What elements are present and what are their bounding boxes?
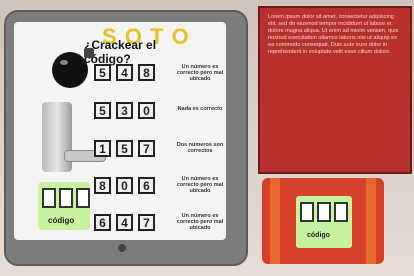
hint-text: Nada es correcto — [177, 106, 223, 112]
home-button[interactable] — [118, 244, 126, 252]
digit: 3 — [116, 102, 133, 119]
device-slot[interactable] — [317, 202, 331, 222]
code-row: 1 5 7 — [94, 140, 155, 157]
code-row: 6 4 7 — [94, 214, 155, 231]
hint-text: Un número es correcto pero mal ubicado — [176, 64, 224, 82]
digit: 5 — [94, 64, 111, 81]
code-row: 5 3 0 — [94, 102, 155, 119]
code-label: código — [48, 216, 75, 225]
code-slot[interactable] — [59, 188, 73, 208]
title-row: S O T O ¿Crackear el código? — [44, 24, 204, 66]
digit: 7 — [138, 214, 155, 231]
digit: 0 — [116, 177, 133, 194]
hint-text: Un número es correcto pero mal ubicado — [176, 176, 224, 194]
digit: 0 — [138, 102, 155, 119]
device-stripe — [270, 178, 280, 264]
digit: 6 — [138, 177, 155, 194]
digit: 4 — [116, 214, 133, 231]
device-screen: código — [296, 196, 352, 248]
code-slots — [42, 188, 90, 208]
bomb-image — [52, 52, 88, 88]
digit: 5 — [94, 102, 111, 119]
code-row: 5 4 8 — [94, 64, 155, 81]
device-slots — [300, 202, 348, 222]
hint-text: Un número es correcto pero mal ubicado — [176, 213, 224, 231]
digit: 6 — [94, 214, 111, 231]
hint-text: Dos números son correctos — [176, 142, 224, 154]
device-stripe — [366, 178, 376, 264]
panel-text: Lorem ipsum dolor sit amet, consectetur … — [268, 14, 399, 55]
digit: 8 — [138, 64, 155, 81]
device-slot[interactable] — [300, 202, 314, 222]
question-title: ¿Crackear el código? — [84, 38, 157, 66]
code-row: 8 0 6 — [94, 177, 155, 194]
device-label: código — [307, 232, 330, 239]
digit: 4 — [116, 64, 133, 81]
digit: 5 — [116, 140, 133, 157]
code-box: código — [38, 182, 90, 230]
code-slot[interactable] — [76, 188, 90, 208]
info-panel: Lorem ipsum dolor sit amet, consectetur … — [258, 6, 412, 174]
digit: 8 — [94, 177, 111, 194]
tablet-screen: S O T O ¿Crackear el código? 5 4 8 Un nú… — [14, 22, 226, 240]
digit: 1 — [94, 140, 111, 157]
code-device: código — [262, 178, 384, 264]
device-slot[interactable] — [334, 202, 348, 222]
bomb-fuse — [84, 48, 94, 58]
digit: 7 — [138, 140, 155, 157]
code-slot[interactable] — [42, 188, 56, 208]
